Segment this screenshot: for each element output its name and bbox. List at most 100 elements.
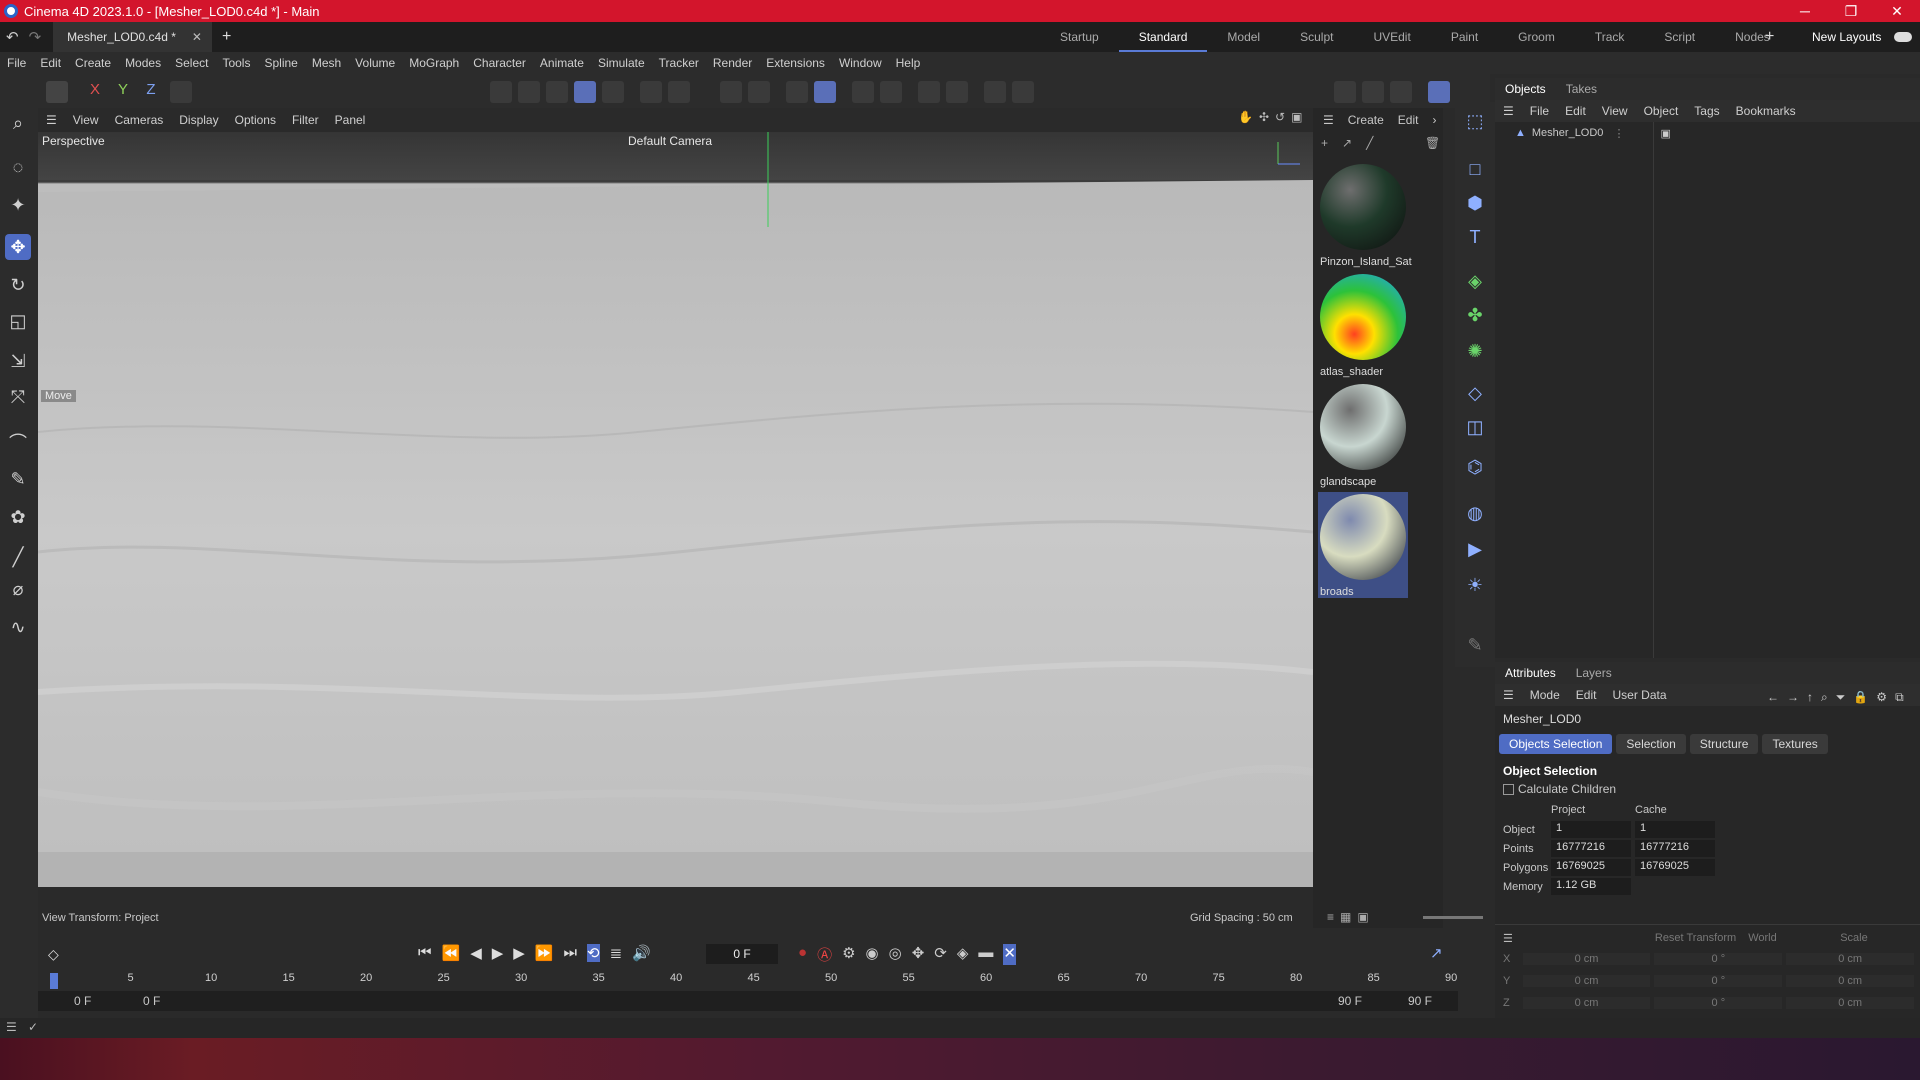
subdivision-icon[interactable]: ◈ — [1462, 268, 1488, 294]
material-swatch[interactable]: broads — [1318, 492, 1408, 598]
lock-workplane-icon[interactable] — [852, 81, 874, 103]
scale-tool-icon[interactable]: ◱ — [5, 308, 31, 334]
timeline-window-icon[interactable]: ↗ — [1430, 944, 1443, 962]
playback-rate-icon[interactable]: ≣ — [610, 944, 623, 962]
attribute-menu-edit[interactable]: Edit — [1568, 688, 1605, 702]
search-icon[interactable]: ⌕ — [1821, 690, 1828, 705]
viewport-menu-cameras[interactable]: Cameras — [107, 113, 172, 127]
delete-material-icon[interactable]: 🗑 — [1425, 136, 1440, 150]
subtab-selection[interactable]: Selection — [1616, 734, 1686, 754]
edges-mode-icon[interactable] — [518, 81, 540, 103]
param-key-icon[interactable]: ⟳ — [934, 944, 947, 965]
interactive-render-icon[interactable] — [1428, 81, 1450, 103]
menu-render[interactable]: Render — [706, 56, 759, 70]
solo-mode-icon[interactable] — [668, 81, 690, 103]
menu-volume[interactable]: Volume — [348, 56, 402, 70]
visibility-dots-icon[interactable]: ⋮ — [1613, 127, 1624, 140]
add-layout-icon[interactable]: + — [1765, 28, 1774, 46]
play-icon[interactable]: ▶ — [492, 944, 504, 962]
material-swatch[interactable]: Pinzon_Island_Sat — [1318, 162, 1412, 268]
layout-tab-sculpt[interactable]: Sculpt — [1280, 30, 1353, 44]
axis-mode-icon[interactable] — [640, 81, 662, 103]
snap-settings-icon[interactable] — [748, 81, 770, 103]
tab-takes[interactable]: Takes — [1556, 82, 1607, 96]
menu-tools[interactable]: Tools — [215, 56, 257, 70]
new-layouts-label[interactable]: New Layouts — [1812, 30, 1881, 44]
texture-mode-icon[interactable] — [602, 81, 624, 103]
menu-character[interactable]: Character — [466, 56, 533, 70]
chevron-right-icon[interactable]: › — [1432, 113, 1436, 127]
object-menu-bookmarks[interactable]: Bookmarks — [1728, 104, 1804, 118]
close-tab-icon[interactable]: ✕ — [192, 30, 202, 44]
grid-view-icon[interactable]: ▦ — [1340, 910, 1351, 924]
go-to-start-icon[interactable]: ⏮ — [418, 944, 432, 962]
viewport-menu-display[interactable]: Display — [171, 113, 226, 127]
scale-key-icon[interactable]: ✥ — [912, 944, 925, 965]
menu-tracker[interactable]: Tracker — [652, 56, 706, 70]
snap-icon[interactable] — [720, 81, 742, 103]
deformer-icon[interactable]: ◇ — [1462, 380, 1488, 406]
material-swatch[interactable]: atlas_shader — [1318, 272, 1408, 378]
coord-size-field[interactable]: 0 cm — [1786, 975, 1914, 987]
subtab-structure[interactable]: Structure — [1689, 734, 1759, 754]
lock-icon[interactable]: 🔒 — [1853, 690, 1868, 705]
tab-attributes[interactable]: Attributes — [1495, 666, 1566, 680]
new-layouts-toggle[interactable] — [1894, 32, 1912, 42]
cloner-icon[interactable]: ✤ — [1462, 302, 1488, 328]
coords-menu-icon[interactable]: ☰ — [1503, 932, 1513, 945]
layout-tab-track[interactable]: Track — [1575, 30, 1645, 44]
close-button[interactable]: ✕ — [1874, 3, 1920, 20]
viewport-menu-filter[interactable]: Filter — [284, 113, 327, 127]
menu-modes[interactable]: Modes — [118, 56, 168, 70]
make-editable-icon[interactable] — [46, 81, 68, 103]
back-arrow-icon[interactable]: ← — [1767, 690, 1779, 705]
coord-rot-field[interactable]: 0 ° — [1654, 997, 1783, 1009]
coord-size-field[interactable]: 0 cm — [1786, 997, 1914, 1009]
autokey-icon[interactable]: Ⓐ — [817, 944, 832, 965]
interpolation-icon[interactable]: ✕ — [1003, 944, 1016, 965]
material-menu-edit[interactable]: Edit — [1398, 113, 1419, 127]
status-check-icon[interactable]: ✓ — [28, 1020, 38, 1034]
material-swatch[interactable]: glandscape — [1318, 382, 1408, 488]
scale-dropdown[interactable]: Scale — [1840, 932, 1868, 944]
subtab-textures[interactable]: Textures — [1762, 734, 1828, 754]
camera-label[interactable]: Default Camera — [628, 134, 712, 148]
projection-label[interactable]: Perspective — [42, 134, 105, 148]
object-panels-icon[interactable]: ☰ — [1495, 104, 1522, 118]
maximize-button[interactable]: ❐ — [1828, 3, 1874, 20]
material-tag-icon[interactable]: ▣ — [1660, 127, 1670, 140]
x-axis-lock[interactable]: X — [84, 81, 106, 103]
layout-tab-startup[interactable]: Startup — [1040, 30, 1119, 44]
loop-icon[interactable]: ⟲ — [587, 944, 600, 962]
model-mode-icon[interactable] — [574, 81, 596, 103]
field-icon[interactable]: ◫ — [1462, 414, 1488, 440]
edit-material-icon[interactable]: ↗ — [1342, 136, 1352, 150]
symmetry-icon[interactable] — [918, 81, 940, 103]
grid-icon[interactable] — [786, 81, 808, 103]
playhead[interactable] — [50, 973, 58, 989]
filter-icon[interactable]: ⏷ — [1836, 690, 1846, 705]
keyframe-selection-icon[interactable]: ⚙ — [842, 944, 855, 965]
toggle-layout-icon[interactable]: ▣ — [1291, 110, 1302, 124]
z-axis-lock[interactable]: Z — [140, 81, 162, 103]
next-key-icon[interactable]: ⏩ — [535, 944, 554, 962]
null-object-icon[interactable]: □ — [1462, 156, 1488, 182]
coord-rot-field[interactable]: 0 ° — [1654, 953, 1783, 965]
points-mode-icon[interactable] — [490, 81, 512, 103]
minimize-button[interactable]: ─ — [1782, 3, 1828, 20]
selection-tools-icon[interactable]: ✦ — [5, 192, 31, 218]
pan-view-icon[interactable]: ✋ — [1238, 110, 1253, 124]
points-scale-tool-icon[interactable]: ⤧ — [5, 384, 31, 410]
effector-icon[interactable]: ✺ — [1462, 338, 1488, 364]
light-object-icon[interactable]: ☀ — [1462, 572, 1488, 598]
material-brush-icon[interactable]: ╱ — [1366, 136, 1373, 150]
min-frame-field[interactable]: 0 F — [143, 994, 160, 1008]
knife-tool-icon[interactable]: ⌀ — [5, 576, 31, 602]
keyframe-icon[interactable]: ◇ — [48, 946, 68, 966]
world-dropdown[interactable]: World — [1748, 932, 1828, 944]
menu-animate[interactable]: Animate — [533, 56, 591, 70]
camera-object-icon[interactable]: ▶ — [1462, 536, 1488, 562]
render-view-icon[interactable] — [1334, 81, 1356, 103]
menu-help[interactable]: Help — [889, 56, 928, 70]
list-view-icon[interactable]: ≡ — [1327, 910, 1334, 924]
